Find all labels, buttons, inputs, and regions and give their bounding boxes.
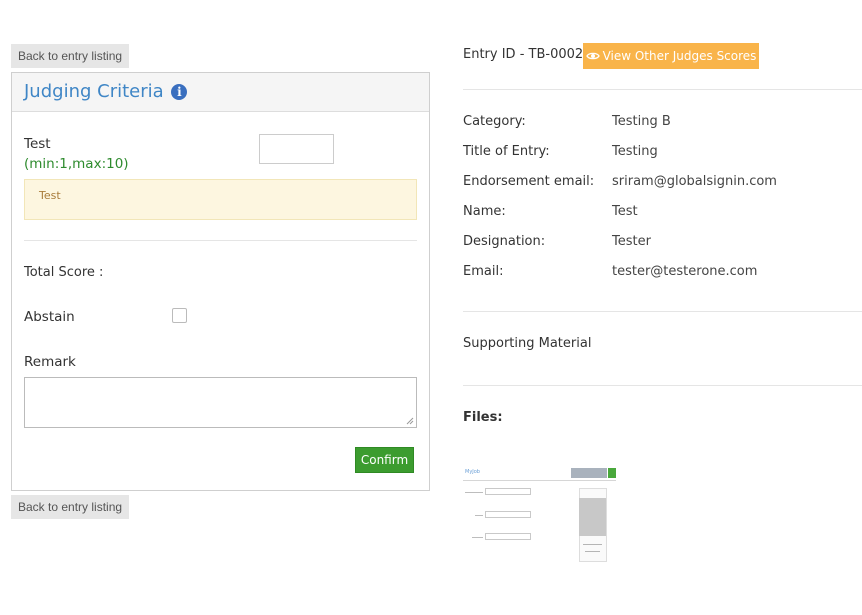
abstain-label: Abstain	[24, 309, 75, 325]
info-row-name: Name: Test	[463, 204, 862, 224]
info-circle-icon[interactable]: i	[171, 84, 188, 100]
remark-textarea[interactable]	[24, 377, 417, 428]
info-key: Name:	[463, 204, 506, 219]
info-key: Title of Entry:	[463, 144, 550, 159]
thumbnail-label	[465, 492, 483, 493]
panel-title-text: Judging Criteria	[24, 81, 164, 102]
thumbnail-caption	[583, 544, 602, 545]
panel-header: Judging Criteria i	[12, 73, 429, 112]
supporting-material-heading: Supporting Material	[463, 336, 592, 351]
confirm-button[interactable]: Confirm	[355, 447, 414, 473]
info-value: sriram@globalsignin.com	[612, 174, 777, 189]
thumbnail-rule	[463, 480, 616, 481]
info-row-endorsement-email: Endorsement email: sriram@globalsignin.c…	[463, 174, 862, 194]
criterion-score-input[interactable]	[259, 134, 334, 164]
info-row-designation: Designation: Tester	[463, 234, 862, 254]
divider	[463, 89, 862, 90]
thumbnail-logo: MyJob	[465, 469, 480, 475]
criterion-range: (min:1,max:10)	[24, 156, 129, 172]
view-other-judges-scores-button[interactable]: View Other Judges Scores	[583, 43, 759, 69]
view-scores-label: View Other Judges Scores	[602, 49, 757, 63]
divider	[463, 385, 862, 386]
thumbnail-button	[608, 468, 616, 478]
info-key: Endorsement email:	[463, 174, 595, 189]
criterion-note-text: Test	[39, 189, 61, 202]
remark-label: Remark	[24, 354, 76, 370]
thumbnail-field	[485, 533, 531, 540]
divider	[463, 311, 862, 312]
divider	[24, 240, 417, 241]
thumbnail-label	[475, 515, 483, 516]
info-row-title: Title of Entry: Testing	[463, 144, 862, 164]
info-value: Testing B	[612, 114, 671, 129]
info-key: Category:	[463, 114, 526, 129]
info-key: Email:	[463, 264, 504, 279]
panel-title: Judging Criteria i	[24, 81, 188, 102]
abstain-checkbox[interactable]	[172, 308, 187, 323]
judging-criteria-panel: Judging Criteria i Test (min:1,max:10) T…	[11, 72, 430, 491]
info-value: Test	[612, 204, 638, 219]
back-to-listing-button-top[interactable]: Back to entry listing	[11, 44, 130, 68]
criterion-note: Test	[24, 179, 417, 220]
eye-icon	[585, 52, 600, 60]
resize-handle-icon[interactable]	[406, 417, 414, 425]
info-key: Designation:	[463, 234, 546, 249]
info-value: Tester	[612, 234, 651, 249]
thumbnail-field	[485, 511, 531, 518]
thumbnail-caption	[585, 551, 600, 552]
info-row-category: Category: Testing B	[463, 114, 862, 134]
info-value: Testing	[612, 144, 658, 159]
thumbnail-field	[485, 488, 531, 495]
criterion-label: Test	[24, 136, 51, 152]
total-score-label: Total Score :	[24, 265, 104, 280]
thumbnail-label	[472, 537, 483, 538]
info-row-email: Email: tester@testerone.com	[463, 264, 862, 284]
entry-id: Entry ID - TB-0002	[463, 47, 584, 62]
thumbnail-bar	[571, 468, 607, 478]
thumbnail-image-placeholder	[579, 498, 606, 536]
info-value: tester@testerone.com	[612, 264, 758, 279]
file-thumbnail[interactable]: MyJob	[463, 462, 618, 567]
files-heading: Files:	[463, 410, 503, 425]
back-to-listing-button-bottom[interactable]: Back to entry listing	[11, 495, 130, 519]
